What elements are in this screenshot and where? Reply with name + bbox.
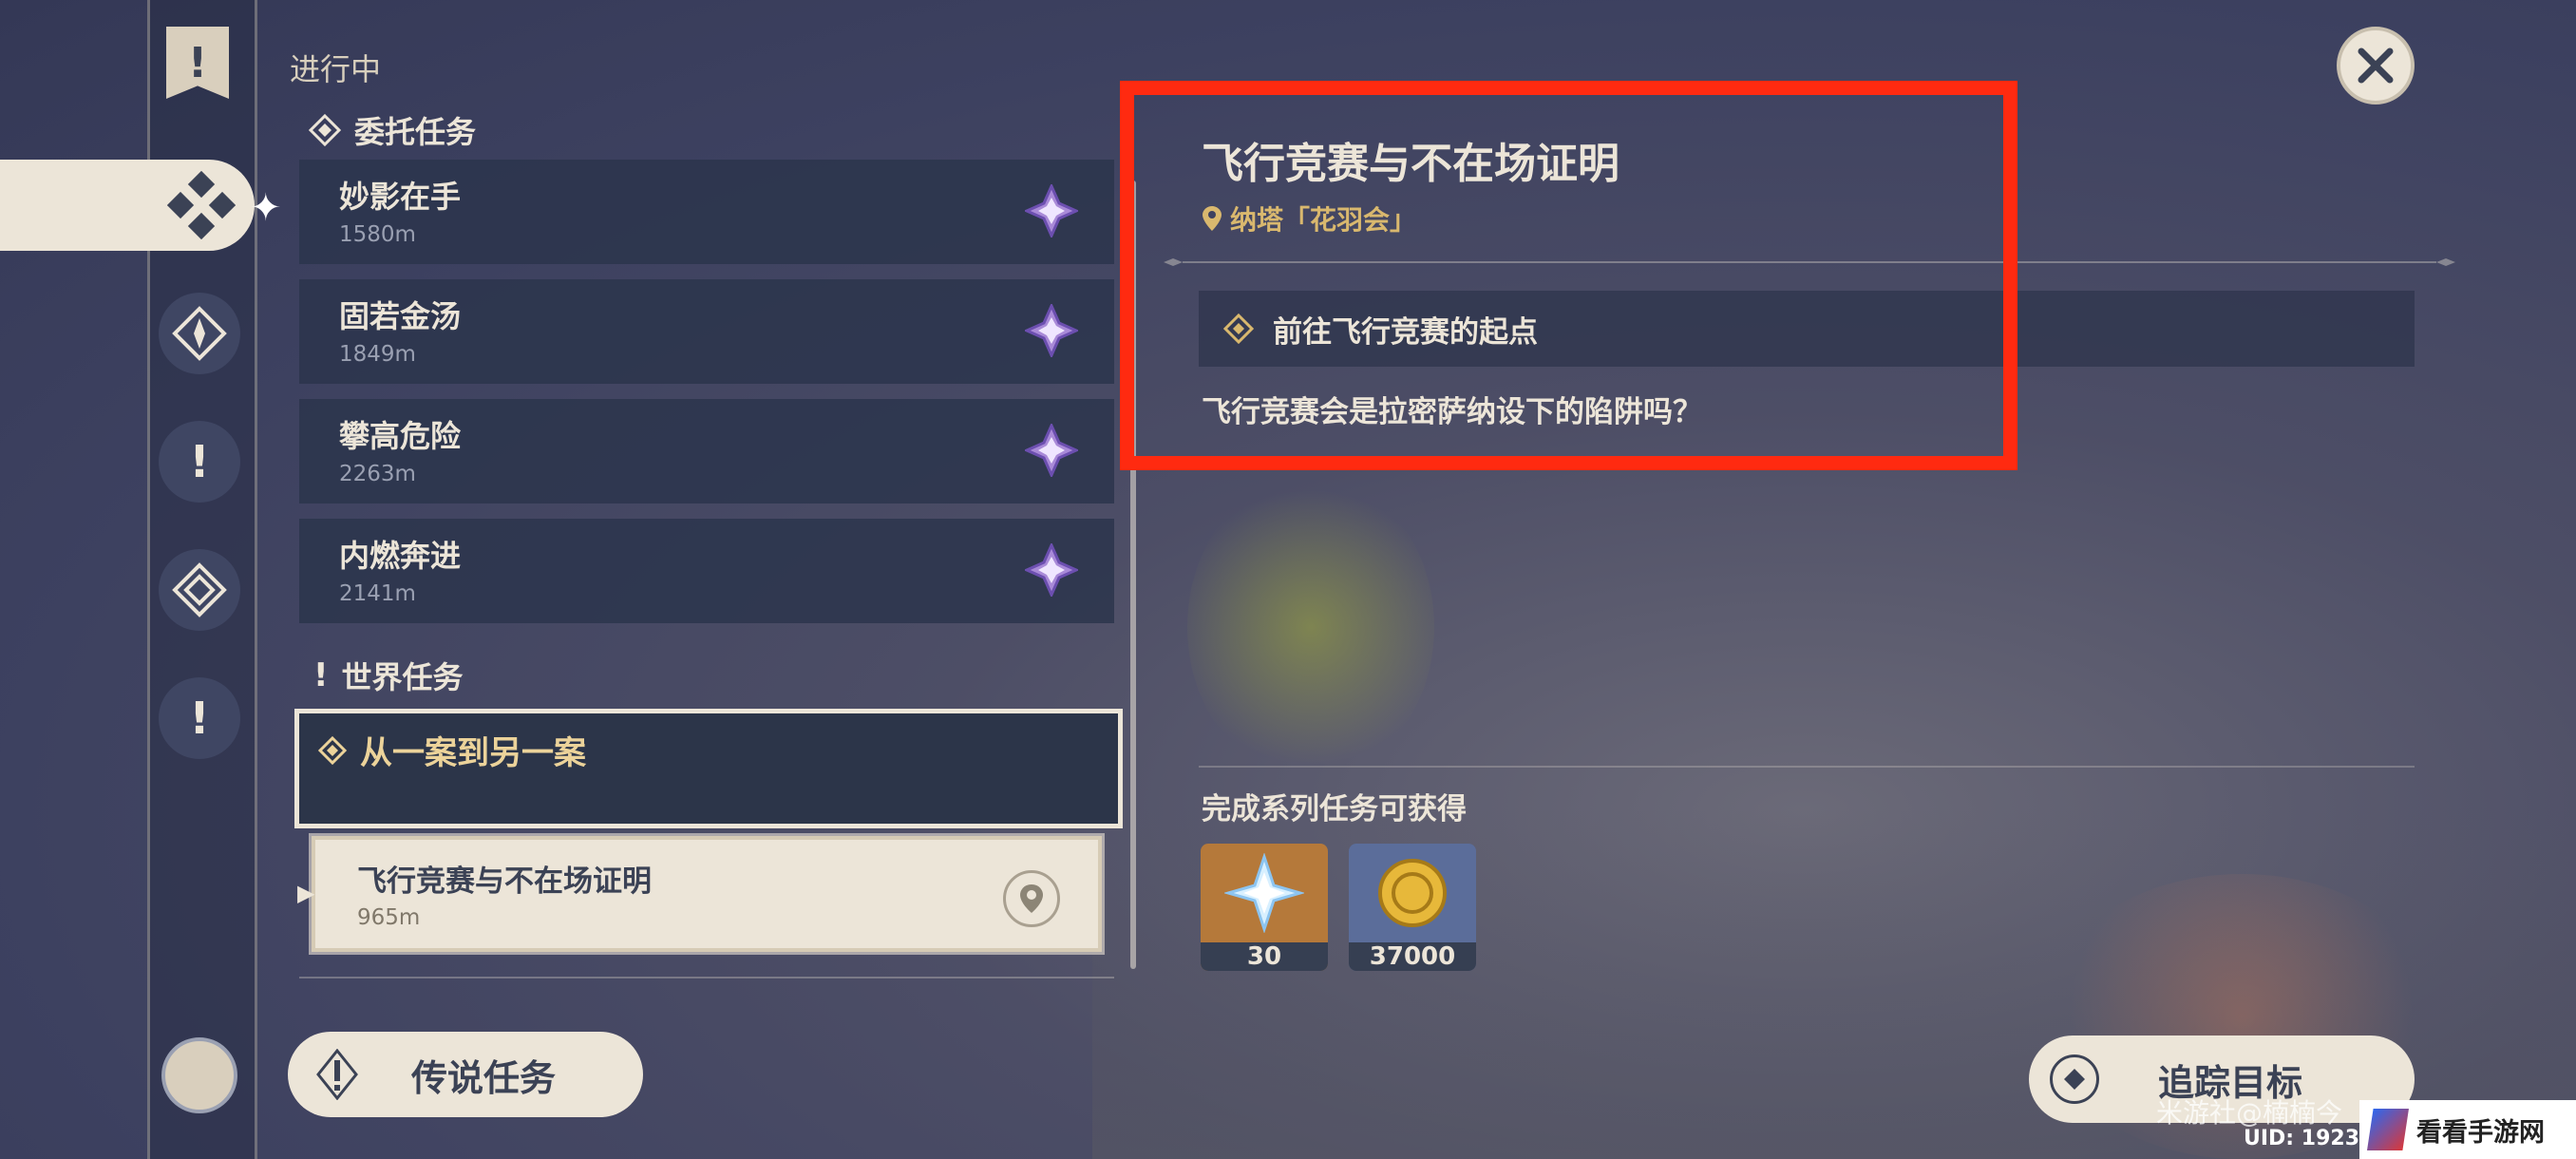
quest-distance: 2141m xyxy=(339,581,416,606)
quest-log-settings-icon[interactable] xyxy=(161,1037,237,1113)
rail-tab-commissions[interactable] xyxy=(0,160,255,251)
quest-name: 妙影在手 xyxy=(339,179,462,215)
commission-star-icon xyxy=(1025,184,1078,238)
section-title: 进行中 xyxy=(290,51,382,87)
quest-distance: 2263m xyxy=(339,462,416,486)
sub-quest-name: 飞行竞赛与不在场证明 xyxy=(357,864,652,899)
reward-item[interactable]: 37000 xyxy=(1349,844,1476,971)
commission-diamond-icon xyxy=(309,114,341,146)
commission-star-icon xyxy=(1025,304,1078,357)
uid-label: UID: 19234 xyxy=(2244,1127,2375,1150)
sparkle-icon: ✦ xyxy=(250,186,282,230)
watermark: 米游社@楠楠今 xyxy=(2156,1097,2343,1129)
divider xyxy=(1199,766,2415,768)
world-quest-icon xyxy=(318,735,347,765)
quest-distance: 1849m xyxy=(339,342,416,367)
rail-tab-story[interactable]: ! xyxy=(159,421,240,503)
map-pin-icon xyxy=(1020,884,1043,913)
world-quest-icon xyxy=(172,562,227,618)
quest-name: 攀高危险 xyxy=(339,418,462,454)
commission-star-icon xyxy=(1025,424,1078,477)
rail-tab-world[interactable] xyxy=(159,549,240,631)
list-item[interactable]: 固若金汤 1849m xyxy=(299,279,1114,384)
reward-count: 37000 xyxy=(1349,942,1476,971)
world-category: ! 世界任务 xyxy=(313,654,464,697)
quest-name: 固若金汤 xyxy=(339,298,462,334)
list-item[interactable]: 内燃奔进 2141m xyxy=(299,519,1114,623)
quest-name: 内燃奔进 xyxy=(339,538,462,574)
rail-tab-archon[interactable] xyxy=(159,293,240,374)
sub-quest-distance: 965m xyxy=(357,905,421,930)
primogem-icon xyxy=(1224,853,1304,933)
reward-count: 30 xyxy=(1201,942,1328,971)
list-item[interactable]: 妙影在手 1580m xyxy=(299,160,1114,264)
commission-category: 委托任务 xyxy=(309,108,476,152)
divider xyxy=(299,977,1114,978)
annotation-highlight-box xyxy=(1120,81,2017,470)
legend-quest-button[interactable]: 传说任务 xyxy=(288,1032,643,1117)
list-item[interactable]: 攀高危险 2263m xyxy=(299,399,1114,504)
commission-icon xyxy=(167,171,236,239)
selection-arrow-icon: ▶ xyxy=(297,880,315,906)
mora-icon xyxy=(1378,859,1447,927)
legend-quest-icon xyxy=(316,1049,358,1100)
navigate-button[interactable] xyxy=(1003,870,1060,927)
world-category-label: 世界任务 xyxy=(341,659,464,695)
close-icon xyxy=(2358,48,2394,84)
sub-quest-item[interactable]: 飞行竞赛与不在场证明 965m xyxy=(309,833,1105,955)
close-button[interactable] xyxy=(2337,27,2415,104)
exclaim-icon: ! xyxy=(189,436,210,487)
archon-quest-icon xyxy=(172,306,227,361)
exclaim-icon: ! xyxy=(189,693,210,744)
site-logo: 看看手游网 xyxy=(2359,1100,2576,1159)
quest-distance: 1580m xyxy=(339,222,416,247)
world-quest-item[interactable]: 从一案到另一案 xyxy=(294,709,1123,828)
commission-category-label: 委托任务 xyxy=(354,114,477,150)
exclaim-icon: ! xyxy=(313,656,329,694)
reward-title: 完成系列任务可获得 xyxy=(1202,792,1467,826)
site-logo-icon xyxy=(2367,1109,2409,1150)
world-quest-name: 从一案到另一案 xyxy=(360,734,586,772)
reward-item[interactable]: 30 xyxy=(1201,844,1328,971)
legend-quest-label: 传说任务 xyxy=(411,1056,557,1099)
site-name: 看看手游网 xyxy=(2416,1117,2545,1148)
background-glow xyxy=(1187,475,1434,779)
rail-tab-event[interactable]: ! xyxy=(159,677,240,759)
commission-star-icon xyxy=(1025,543,1078,597)
track-target-icon xyxy=(2050,1054,2099,1104)
